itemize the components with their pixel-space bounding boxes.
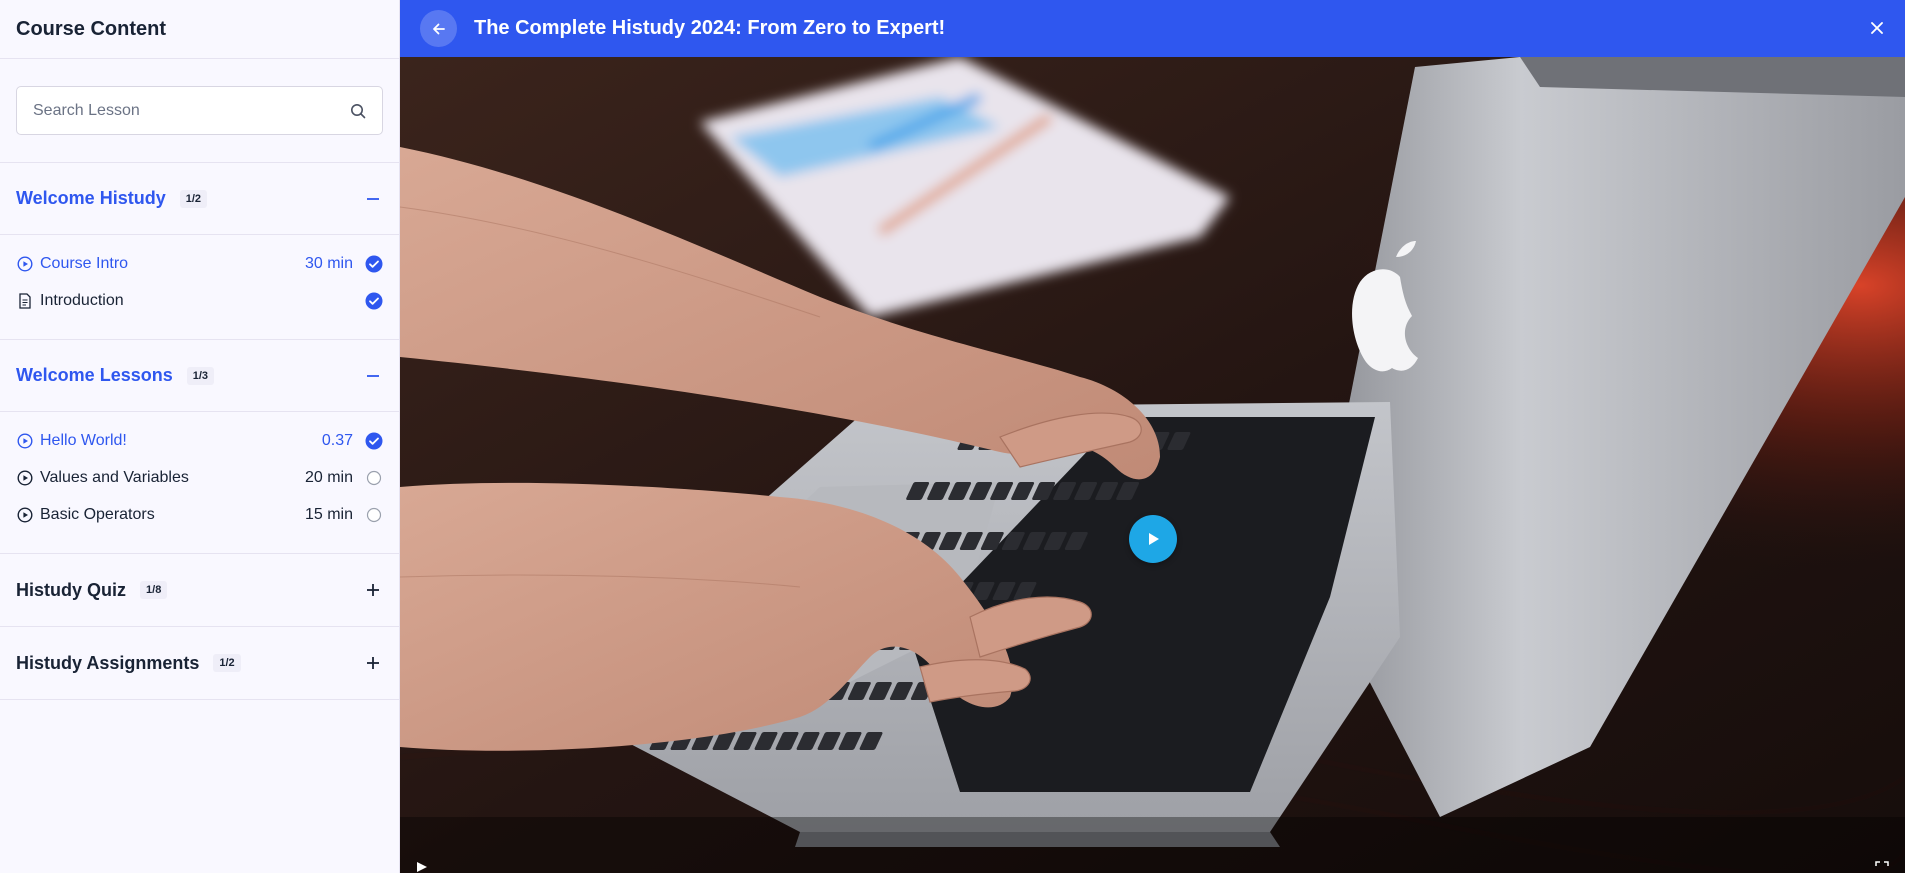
lesson-item[interactable]: Values and Variables 20 min <box>0 459 399 496</box>
section-progress-badge: 1/2 <box>213 654 241 672</box>
section-progress-badge: 1/8 <box>140 581 168 599</box>
lesson-title: Values and Variables <box>40 468 189 486</box>
expand-icon[interactable] <box>363 653 383 673</box>
check-circle-icon[interactable] <box>365 432 383 450</box>
lesson-title: Hello World! <box>40 431 127 449</box>
lesson-title: Course Intro <box>40 254 129 272</box>
lesson-duration: 0.37 <box>321 431 353 449</box>
lesson-duration: 30 min <box>304 254 353 272</box>
section-header[interactable]: Welcome Histudy 1/2 <box>0 163 399 235</box>
sidebar-title: Course Content <box>16 17 166 40</box>
search-icon[interactable] <box>348 101 368 121</box>
course-sidebar: Course Content Welcome Histudy 1/2 Course … <box>0 0 400 873</box>
section-progress-badge: 1/3 <box>186 366 215 385</box>
course-section: Histudy Quiz 1/8 <box>0 554 399 627</box>
section-title: Welcome Histudy <box>16 188 166 208</box>
play-circle-icon <box>16 255 34 273</box>
check-circle-icon[interactable] <box>365 255 383 273</box>
collapse-icon[interactable] <box>363 189 383 209</box>
expand-icon[interactable] <box>363 580 383 600</box>
section-header[interactable]: Histudy Assignments 1/2 <box>0 627 399 699</box>
lesson-duration: 15 min <box>304 505 353 523</box>
video-still-image <box>400 57 1905 873</box>
empty-circle-icon[interactable] <box>365 506 383 524</box>
lesson-list: Course Intro 30 min Introduction <box>0 235 399 339</box>
course-section: Welcome Lessons 1/3 Hello World! 0.37 Values… <box>0 340 399 554</box>
section-header[interactable]: Histudy Quiz 1/8 <box>0 554 399 626</box>
lesson-duration: 20 min <box>304 468 353 486</box>
course-section: Histudy Assignments 1/2 <box>0 627 399 700</box>
sections-list: Welcome Histudy 1/2 Course Intro 30 min Intr… <box>0 163 399 700</box>
lesson-item[interactable]: Introduction <box>0 282 399 319</box>
play-circle-icon <box>16 432 34 450</box>
empty-circle-icon[interactable] <box>365 469 383 487</box>
video-play-control-icon[interactable] <box>415 861 429 873</box>
video-frame[interactable] <box>400 57 1905 873</box>
arrow-left-icon[interactable] <box>420 10 457 47</box>
search-input[interactable] <box>17 87 382 134</box>
close-icon[interactable] <box>1867 18 1887 38</box>
section-title: Histudy Quiz <box>16 579 127 600</box>
lesson-title: Basic Operators <box>40 505 155 523</box>
course-section: Welcome Histudy 1/2 Course Intro 30 min Intr… <box>0 163 399 340</box>
lesson-item[interactable]: Basic Operators 15 min <box>0 496 399 533</box>
lesson-list: Hello World! 0.37 Values and Variables 20 m… <box>0 412 399 553</box>
lesson-item[interactable]: Hello World! 0.37 <box>0 422 399 459</box>
lesson-title: Introduction <box>40 291 124 309</box>
lesson-item[interactable]: Course Intro 30 min <box>0 245 399 282</box>
collapse-icon[interactable] <box>363 366 383 386</box>
fullscreen-icon[interactable] <box>1875 861 1889 873</box>
sidebar-header: Course Content <box>0 0 399 59</box>
section-progress-badge: 1/2 <box>179 189 208 208</box>
search-area <box>0 59 399 163</box>
section-header[interactable]: Welcome Lessons 1/3 <box>0 340 399 412</box>
document-icon <box>16 292 34 310</box>
section-title: Histudy Assignments <box>16 652 200 673</box>
play-circle-icon <box>16 469 34 487</box>
player-topbar: The Complete Histudy 2024: From Zero to … <box>400 0 1905 57</box>
check-circle-icon[interactable] <box>365 292 383 310</box>
play-circle-icon <box>16 506 34 524</box>
play-icon[interactable] <box>1129 515 1177 563</box>
search-box <box>16 86 383 135</box>
course-title: The Complete Histudy 2024: From Zero to … <box>474 17 946 39</box>
section-title: Welcome Lessons <box>16 365 173 385</box>
video-player: The Complete Histudy 2024: From Zero to … <box>400 0 1905 873</box>
